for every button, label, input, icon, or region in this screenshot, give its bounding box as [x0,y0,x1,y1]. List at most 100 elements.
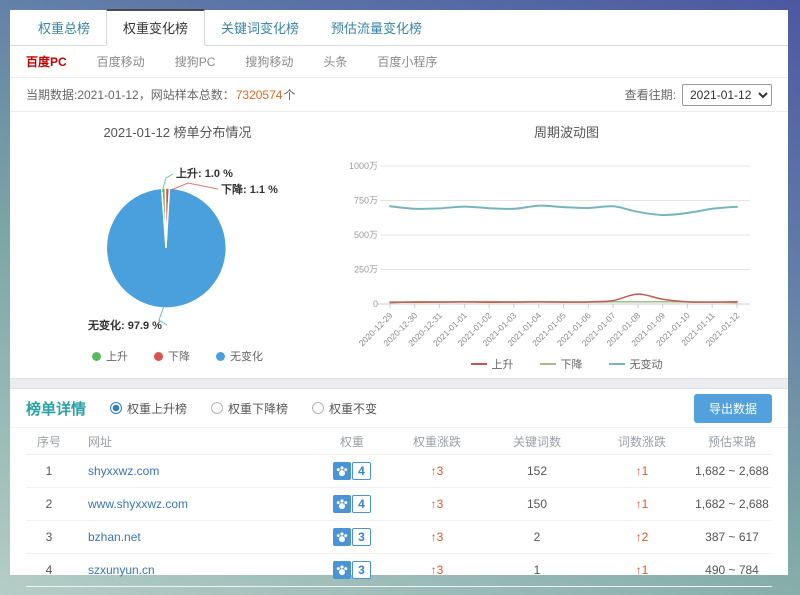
weight-cell: 3 [312,528,392,546]
radio-label: 权重下降榜 [228,400,288,417]
table-header-cell: 网址 [72,433,312,450]
section-separator [10,378,788,389]
table-body: 1shyxxwz.com4↑3152↑11,682 ~ 2,6882www.sh… [26,455,772,587]
radio-dot-icon [312,402,324,414]
radio-weight-up[interactable]: 权重上升榜 [110,400,187,417]
pie-label-1: 下降: 1.1 % [221,182,278,196]
export-data-button[interactable]: 导出数据 [694,394,772,423]
line-chart-section: 周期波动图 1000万750万500万250万02020-12-292020-1… [345,112,788,378]
subnav-toutiao[interactable]: 头条 [323,53,347,70]
legend-line-icon [471,363,487,365]
line-series-上升 [390,294,737,302]
weight-value: 4 [352,495,371,513]
table-row: 4szxunyun.cn3↑31↑1490 ~ 784 [26,554,772,587]
line-legend-item-2[interactable]: 无变动 [609,356,663,372]
y-tick-label: 500万 [354,230,378,240]
site-link[interactable]: bzhan.net [88,530,141,544]
legend-dot-icon [154,352,163,361]
weight-change-cell: ↑3 [392,464,482,478]
weight-change-cell: ↑3 [392,563,482,577]
table-row: 1shyxxwz.com4↑3152↑11,682 ~ 2,688 [26,455,772,488]
pie-legend: 上升 下降 无变化 [10,348,345,364]
pie-chart-title: 2021-01-12 榜单分布情况 [10,124,345,144]
line-series-无变动 [390,206,737,215]
weight-cell: 4 [312,462,392,480]
rank-cell: 2 [26,497,72,511]
radio-weight-unchanged[interactable]: 权重不变 [312,400,377,417]
weight-badge: 3 [333,528,371,546]
site-link[interactable]: shyxxwz.com [88,464,159,478]
y-tick-label: 0 [373,299,378,309]
ranking-table: 序号网址权重权重涨跌关键词数词数涨跌预估来路 1shyxxwz.com4↑315… [10,428,788,587]
rank-cell: 3 [26,530,72,544]
up-arrow-icon: ↑1 [636,497,649,511]
subnav-baidu-miniprogram[interactable]: 百度小程序 [377,53,437,70]
subnav-baidu-mobile[interactable]: 百度移动 [97,53,145,70]
sample-count: 7320574 [236,88,283,102]
legend-line-icon [540,363,556,365]
pie-legend-label: 下降 [168,348,190,364]
baidu-paw-icon [333,462,351,480]
line-legend-item-0[interactable]: 上升 [471,356,514,372]
url-cell: www.shyxxwz.com [72,497,312,511]
keyword-count-cell: 152 [482,464,592,478]
tab-est-traffic-change[interactable]: 预估流量变化榜 [315,11,438,45]
weight-value: 3 [352,561,371,579]
subnav-baidu-pc[interactable]: 百度PC [26,53,67,70]
table-header-cell: 权重涨跌 [392,433,482,450]
table-header-cell: 权重 [312,433,392,450]
detail-title: 榜单详情 [26,398,86,419]
tab-weight-overall[interactable]: 权重总榜 [22,11,106,45]
site-link[interactable]: szxunyun.cn [88,563,155,577]
main-panel: 权重总榜权重变化榜关键词变化榜预估流量变化榜 百度PC 百度移动 搜狗PC 搜狗移动 头… [10,10,788,575]
weight-value: 3 [352,528,371,546]
up-arrow-icon: ↑3 [431,464,444,478]
table-header: 序号网址权重权重涨跌关键词数词数涨跌预估来路 [26,428,772,455]
radio-dot-icon [211,402,223,414]
keyword-change-cell: ↑1 [592,464,692,478]
radio-group: 权重上升榜 权重下降榜 权重不变 [110,400,401,417]
up-arrow-icon: ↑1 [636,464,649,478]
table-row: 2www.shyxxwz.com4↑3150↑11,682 ~ 2,688 [26,488,772,521]
subnav-sogou-mobile[interactable]: 搜狗移动 [245,53,293,70]
radio-label: 权重上升榜 [127,400,187,417]
pie-legend-item-0[interactable]: 上升 [92,348,128,364]
line-legend-item-1[interactable]: 下降 [540,356,583,372]
est-traffic-cell: 387 ~ 617 [692,530,772,544]
keyword-change-cell: ↑1 [592,563,692,577]
weight-badge: 4 [333,462,371,480]
up-arrow-icon: ↑2 [636,530,649,544]
pie-legend-item-1[interactable]: 下降 [154,348,190,364]
up-arrow-icon: ↑3 [431,497,444,511]
legend-dot-icon [92,352,101,361]
weight-cell: 4 [312,495,392,513]
table-row: 3bzhan.net3↑32↑2387 ~ 617 [26,521,772,554]
weight-cell: 3 [312,561,392,579]
rank-cell: 4 [26,563,72,577]
view-past-label: 查看往期: [625,86,676,103]
date-select[interactable]: 2021-01-12 [682,84,772,106]
baidu-paw-icon [333,561,351,579]
est-traffic-cell: 1,682 ~ 2,688 [692,464,772,478]
top-tabs: 权重总榜权重变化榜关键词变化榜预估流量变化榜 [10,10,788,46]
table-header-cell: 关键词数 [482,433,592,450]
pie-chart-section: 2021-01-12 榜单分布情况 上升: 1.0 %下降: 1.1 %无变化:… [10,112,345,378]
line-chart-title: 周期波动图 [345,124,788,144]
tab-keyword-change[interactable]: 关键词变化榜 [205,11,315,45]
line-legend-label: 无变动 [630,356,663,372]
weight-badge: 3 [333,561,371,579]
weight-change-cell: ↑3 [392,530,482,544]
radio-weight-down[interactable]: 权重下降榜 [211,400,288,417]
site-link[interactable]: www.shyxxwz.com [88,497,188,511]
tab-weight-change[interactable]: 权重变化榜 [106,9,205,46]
table-header-cell: 预估来路 [692,433,772,450]
y-tick-label: 250万 [354,265,378,275]
up-arrow-icon: ↑3 [431,530,444,544]
legend-line-icon [609,363,625,365]
pie-legend-label: 无变化 [230,348,263,364]
pie-legend-item-2[interactable]: 无变化 [216,348,263,364]
pie-label-0: 上升: 1.0 % [176,166,233,180]
charts-section: 2021-01-12 榜单分布情况 上升: 1.0 %下降: 1.1 %无变化:… [10,112,788,378]
subnav-sogou-pc[interactable]: 搜狗PC [175,53,216,70]
baidu-paw-icon [333,495,351,513]
